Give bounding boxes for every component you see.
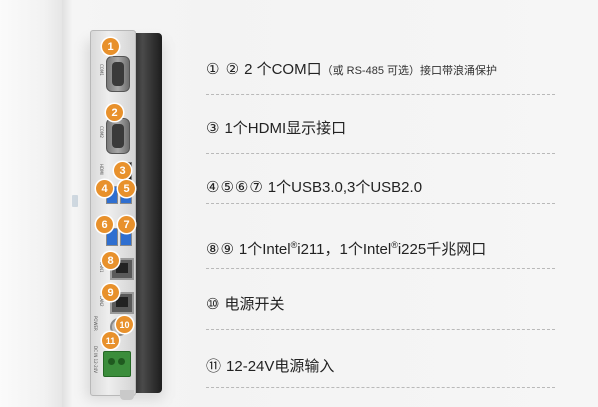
badge-10: 10 xyxy=(116,316,133,333)
feature-text: 1个HDMI显示接口 xyxy=(224,120,347,137)
hdmi-port-label: HDMI xyxy=(99,164,104,175)
feature-power-switch: ⑩ 电源开关 xyxy=(206,295,284,315)
feature-text: 2 个COM口 xyxy=(244,61,322,78)
badge-2: 2 xyxy=(106,104,123,121)
divider xyxy=(206,387,555,388)
feature-text: 电源开关 xyxy=(224,296,285,313)
feature-com-ports: ① ②2 个COM口（或 RS-485 可选）接口带浪涌保护 xyxy=(206,60,497,81)
feature-text: 1个USB3.0,3个USB2.0 xyxy=(267,179,423,196)
badge-6: 6 xyxy=(96,216,113,233)
badge-11: 11 xyxy=(102,332,119,349)
badge-4: 4 xyxy=(96,180,113,197)
badge-3: 3 xyxy=(114,162,131,179)
dcin-label: DC IN 12-24V xyxy=(93,346,98,373)
feature-numbers: ④⑤⑥⑦ xyxy=(206,179,264,196)
feature-text-a: 1个Intel xyxy=(238,241,291,258)
badge-9: 9 xyxy=(102,284,119,301)
feature-text: 12-24V电源输入 xyxy=(226,358,335,375)
divider xyxy=(206,329,555,330)
com2-port-label: COM2 xyxy=(99,126,104,138)
com1-port-label: COM1 xyxy=(99,64,104,76)
wall-tab-marker xyxy=(72,195,78,207)
feature-hdmi: ③ 1个HDMI显示接口 xyxy=(206,119,346,139)
power-label: POWER xyxy=(93,316,98,331)
feature-numbers: ③ xyxy=(206,120,221,137)
divider xyxy=(206,203,555,204)
dc-power-terminal xyxy=(103,351,131,377)
feature-numbers: ⑪ xyxy=(206,358,223,375)
badge-5: 5 xyxy=(118,180,135,197)
feature-tail: 接口带浪涌保护 xyxy=(420,65,497,77)
divider xyxy=(206,153,555,154)
feature-numbers: ① ② xyxy=(206,61,241,78)
feature-power-input: ⑪ 12-24V电源输入 xyxy=(206,357,334,377)
feature-lan: ⑧⑨ 1个Intel®i211，1个Intel®i225千兆网口 xyxy=(206,235,486,260)
device-body xyxy=(132,33,162,393)
wall-left xyxy=(0,0,62,407)
com2-port xyxy=(106,118,130,154)
badge-1: 1 xyxy=(102,38,119,55)
feature-usb: ④⑤⑥⑦ 1个USB3.0,3个USB2.0 xyxy=(206,178,422,198)
divider xyxy=(206,268,555,269)
badge-8: 8 xyxy=(102,252,119,269)
feature-note: （或 RS-485 可选） xyxy=(321,65,420,77)
badge-7: 7 xyxy=(118,216,135,233)
device-foot xyxy=(120,390,134,400)
feature-numbers: ⑧⑨ xyxy=(206,241,235,258)
feature-text-b: i211，1个Intel xyxy=(297,241,392,258)
feature-numbers: ⑩ xyxy=(206,296,221,313)
com1-port xyxy=(106,56,130,92)
divider xyxy=(206,94,555,95)
registered-mark: ® xyxy=(391,240,398,250)
wall-edge xyxy=(62,0,72,407)
feature-text-c: i225千兆网口 xyxy=(397,241,487,258)
